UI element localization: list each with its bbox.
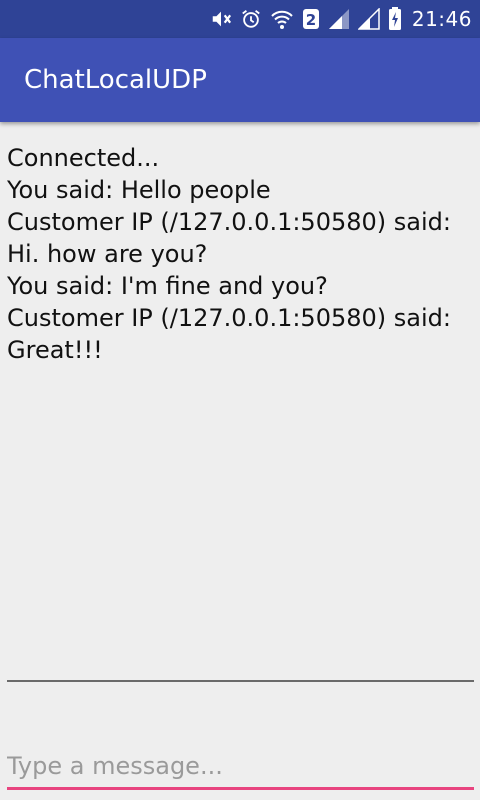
wifi-icon xyxy=(270,7,294,31)
mute-icon xyxy=(210,7,232,31)
chat-log-line: You said: I'm fine and you? xyxy=(7,272,328,300)
chat-log-line: Hi. how are you? xyxy=(7,240,208,268)
message-input[interactable] xyxy=(7,746,474,786)
chat-log-line: Customer IP (/127.0.0.1:50580) said: xyxy=(7,304,451,332)
chat-log-line: Connected... xyxy=(7,144,160,172)
chat-log-line: You said: Hello people xyxy=(7,176,271,204)
chat-log-line: Great!!! xyxy=(7,336,103,364)
sim-2-icon: 2 xyxy=(302,7,320,31)
status-time: 21:46 xyxy=(411,7,472,31)
battery-charging-icon xyxy=(388,7,402,31)
alarm-icon xyxy=(240,7,262,31)
svg-text:2: 2 xyxy=(306,11,316,29)
chat-log-line: Customer IP (/127.0.0.1:50580) said: xyxy=(7,208,451,236)
status-bar: 2 21:46 xyxy=(0,0,480,38)
chat-log: Connected... You said: Hello people Cust… xyxy=(7,142,473,366)
app-title: ChatLocalUDP xyxy=(24,65,207,95)
signal-icon xyxy=(328,7,350,31)
divider xyxy=(7,680,474,682)
message-input-container xyxy=(7,746,474,790)
signal-icon-2 xyxy=(357,7,380,31)
app-bar: ChatLocalUDP xyxy=(0,38,480,122)
